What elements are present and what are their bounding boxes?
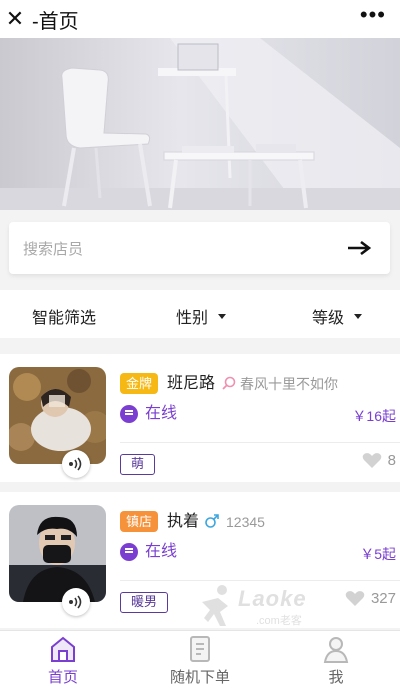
staff-name: 执着 <box>167 513 200 530</box>
online-status: 在线 <box>145 405 178 422</box>
staff-signature: 12345 <box>226 514 265 530</box>
divider <box>120 442 400 443</box>
nav-home-label: 首页 <box>47 669 78 686</box>
watermark-logo: Laoke .com老客 <box>198 582 358 632</box>
personality-tag: 暖男 <box>120 592 169 613</box>
watermark-text: Laoke <box>238 586 307 611</box>
avatar[interactable] <box>9 505 106 602</box>
filter-bar: 智能筛选 性别 等级 <box>0 290 400 338</box>
smart-filter-label: 智能筛选 <box>32 310 97 327</box>
staff-signature: 春风十里不如你 <box>240 376 338 392</box>
nav-random-order[interactable]: 随机下单 <box>140 631 260 688</box>
voice-icon[interactable] <box>62 450 90 478</box>
rank-badge: 金牌 <box>120 373 159 394</box>
price: ￥16起 <box>352 408 396 424</box>
chat-icon <box>120 405 138 423</box>
title-bar: ✕ -首页 ••• <box>0 0 400 38</box>
smart-filter[interactable]: 智能筛选 <box>32 304 96 328</box>
level-filter[interactable]: 等级 <box>312 304 363 328</box>
male-icon <box>204 513 220 534</box>
search-input[interactable]: 搜索店员 <box>23 238 340 259</box>
arrow-right-icon[interactable] <box>340 233 380 263</box>
bottom-nav: 首页 随机下单 我 <box>0 630 400 688</box>
order-icon <box>185 634 215 669</box>
likes-count: 327 <box>370 590 396 607</box>
chat-icon <box>120 543 138 561</box>
gender-filter-label: 性别 <box>176 310 209 327</box>
banner-image[interactable] <box>0 38 400 210</box>
user-icon <box>321 634 351 669</box>
divider <box>120 580 400 581</box>
search-section: 搜索店员 <box>0 210 400 290</box>
nav-me[interactable]: 我 <box>276 631 396 688</box>
likes-count: 8 <box>387 452 396 469</box>
voice-icon[interactable] <box>62 588 90 616</box>
more-icon[interactable]: ••• <box>360 4 386 26</box>
personality-tag: 萌 <box>120 454 156 475</box>
rank-badge: 镇店 <box>120 511 159 532</box>
staff-card[interactable]: 金牌 班尼路 春风十里不如你 在线 ￥16起 萌 8 <box>0 354 400 482</box>
caret-down-icon <box>218 313 227 319</box>
page-title: -首页 <box>32 10 79 33</box>
level-filter-label: 等级 <box>312 310 345 327</box>
nav-home[interactable]: 首页 <box>3 631 123 688</box>
gender-filter[interactable]: 性别 <box>176 304 227 328</box>
home-icon <box>48 634 78 669</box>
female-search-icon <box>221 375 237 396</box>
search-box[interactable]: 搜索店员 <box>9 222 390 274</box>
nav-random-order-label: 随机下单 <box>169 669 230 686</box>
online-status: 在线 <box>145 543 178 560</box>
heart-icon <box>362 453 381 468</box>
staff-name: 班尼路 <box>167 375 216 392</box>
avatar[interactable] <box>9 367 106 464</box>
price: ￥5起 <box>360 546 396 562</box>
nav-me-label: 我 <box>328 669 344 686</box>
watermark-subtext: .com老客 <box>256 615 302 627</box>
likes[interactable]: 8 <box>362 452 396 469</box>
close-icon[interactable]: ✕ <box>0 0 30 38</box>
caret-down-icon <box>354 313 363 319</box>
